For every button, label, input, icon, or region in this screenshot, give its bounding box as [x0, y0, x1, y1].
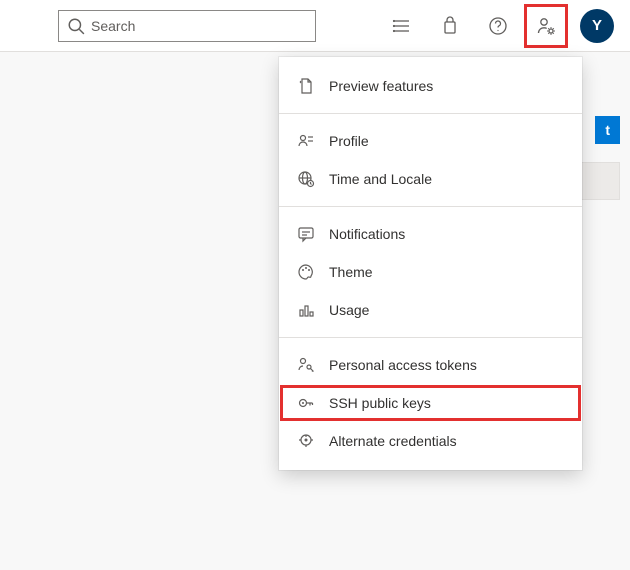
menu-preview-features[interactable]: Preview features: [279, 67, 582, 105]
menu-label: Usage: [329, 302, 369, 318]
menu-ssh-public-keys[interactable]: SSH public keys: [279, 384, 582, 422]
menu-personal-access-tokens[interactable]: Personal access tokens: [279, 346, 582, 384]
help-icon[interactable]: [478, 6, 518, 46]
menu-label: Notifications: [329, 226, 405, 242]
menu-alternate-credentials[interactable]: Alternate credentials: [279, 422, 582, 460]
topbar: Y: [0, 0, 630, 52]
menu-separator: [279, 206, 582, 207]
chat-icon: [297, 225, 315, 243]
menu-label: Theme: [329, 264, 373, 280]
credentials-icon: [297, 432, 315, 450]
sparkle-document-icon: [297, 77, 315, 95]
menu-label: Personal access tokens: [329, 357, 477, 373]
marketplace-icon[interactable]: [430, 6, 470, 46]
menu-label: Profile: [329, 133, 369, 149]
search-box[interactable]: [58, 10, 316, 42]
profile-icon: [297, 132, 315, 150]
user-settings-menu: Preview features Profile Time and Locale…: [279, 57, 582, 470]
key-icon: [297, 394, 315, 412]
work-items-icon[interactable]: [382, 6, 422, 46]
menu-label: Preview features: [329, 78, 433, 94]
palette-icon: [297, 263, 315, 281]
globe-clock-icon: [297, 170, 315, 188]
user-settings-icon[interactable]: [526, 6, 566, 46]
person-key-icon: [297, 356, 315, 374]
menu-usage[interactable]: Usage: [279, 291, 582, 329]
bar-chart-icon: [297, 301, 315, 319]
menu-label: Time and Locale: [329, 171, 432, 187]
menu-profile[interactable]: Profile: [279, 122, 582, 160]
menu-theme[interactable]: Theme: [279, 253, 582, 291]
search-icon: [67, 17, 85, 35]
partial-button-label: t: [605, 122, 610, 138]
partial-primary-button[interactable]: t: [595, 116, 620, 144]
avatar-initial: Y: [592, 17, 602, 34]
menu-notifications[interactable]: Notifications: [279, 215, 582, 253]
avatar[interactable]: Y: [580, 9, 614, 43]
menu-separator: [279, 113, 582, 114]
menu-label: Alternate credentials: [329, 433, 457, 449]
menu-label: SSH public keys: [329, 395, 431, 411]
search-input[interactable]: [91, 18, 307, 34]
menu-time-locale[interactable]: Time and Locale: [279, 160, 582, 198]
menu-separator: [279, 337, 582, 338]
